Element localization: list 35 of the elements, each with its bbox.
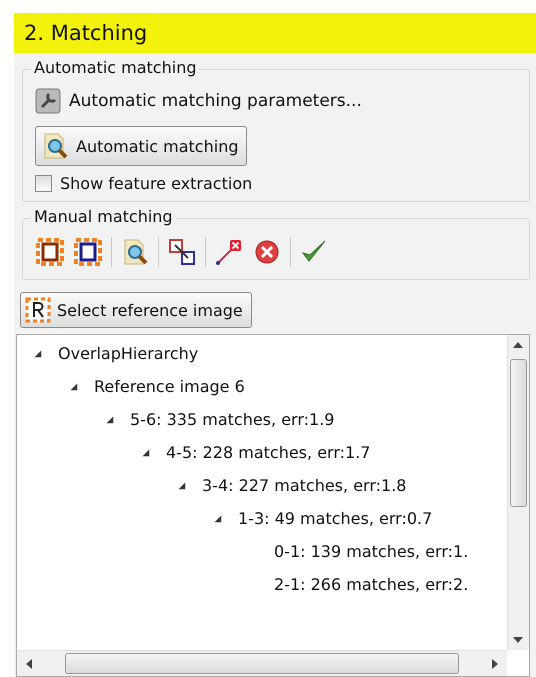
expanded-icon[interactable] — [33, 349, 42, 358]
scroll-left-icon[interactable] — [25, 659, 33, 669]
tree-item[interactable]: 0-1: 139 matches, err:1. — [274, 542, 468, 561]
wrench-icon — [35, 88, 61, 114]
reference-marker-icon — [25, 297, 51, 323]
tree-item[interactable]: OverlapHierarchy — [58, 344, 198, 363]
expanded-icon[interactable] — [69, 382, 78, 391]
checkbox-label[interactable]: Show feature extraction — [60, 174, 252, 193]
tree-item[interactable]: 1-3: 49 matches, err:0.7 — [238, 509, 432, 528]
scroll-down-icon[interactable] — [513, 636, 523, 644]
parameters-link[interactable]: Automatic matching parameters... — [35, 84, 519, 118]
link-points-icon[interactable] — [167, 237, 197, 267]
expanded-icon[interactable] — [177, 481, 186, 490]
vertical-scrollbar[interactable] — [507, 335, 529, 650]
checkbox[interactable] — [35, 175, 52, 192]
remove-line-icon[interactable] — [214, 237, 244, 267]
group-title: Automatic matching — [31, 58, 200, 77]
marker-one-icon[interactable] — [35, 237, 65, 267]
scroll-right-icon[interactable] — [491, 659, 499, 669]
section-header: 2. Matching — [14, 13, 536, 53]
group-title: Manual matching — [31, 207, 176, 226]
tree-item[interactable]: 5-6: 335 matches, err:1.9 — [130, 410, 334, 429]
marker-two-icon[interactable] — [73, 237, 103, 267]
tree-item[interactable]: 2-1: 266 matches, err:2. — [274, 575, 468, 594]
automatic-matching-button[interactable]: Automatic matching — [35, 126, 248, 166]
expanded-icon[interactable] — [213, 514, 222, 523]
horizontal-scrollbar[interactable] — [17, 650, 507, 676]
tree-item[interactable]: 4-5: 228 matches, err:1.7 — [166, 443, 370, 462]
tree-item[interactable]: Reference image 6 — [94, 377, 245, 396]
expanded-icon[interactable] — [141, 448, 150, 457]
tree-item[interactable]: 3-4: 227 matches, err:1.8 — [202, 476, 406, 495]
select-reference-button[interactable]: Select reference image — [20, 292, 252, 328]
expanded-icon[interactable] — [105, 415, 114, 424]
tree-view[interactable]: OverlapHierarchy Reference image 6 5-6: 335 matches, err:1.9 4-5: 228 matches, err:1.7 3-4: 227 matches, err:1.8 1-3: 49 matches, err:0.7 0-1: 139 matches, err:1. 2-1: 266 matches, err:2. — [16, 334, 530, 677]
scroll-up-icon[interactable] — [513, 341, 523, 349]
